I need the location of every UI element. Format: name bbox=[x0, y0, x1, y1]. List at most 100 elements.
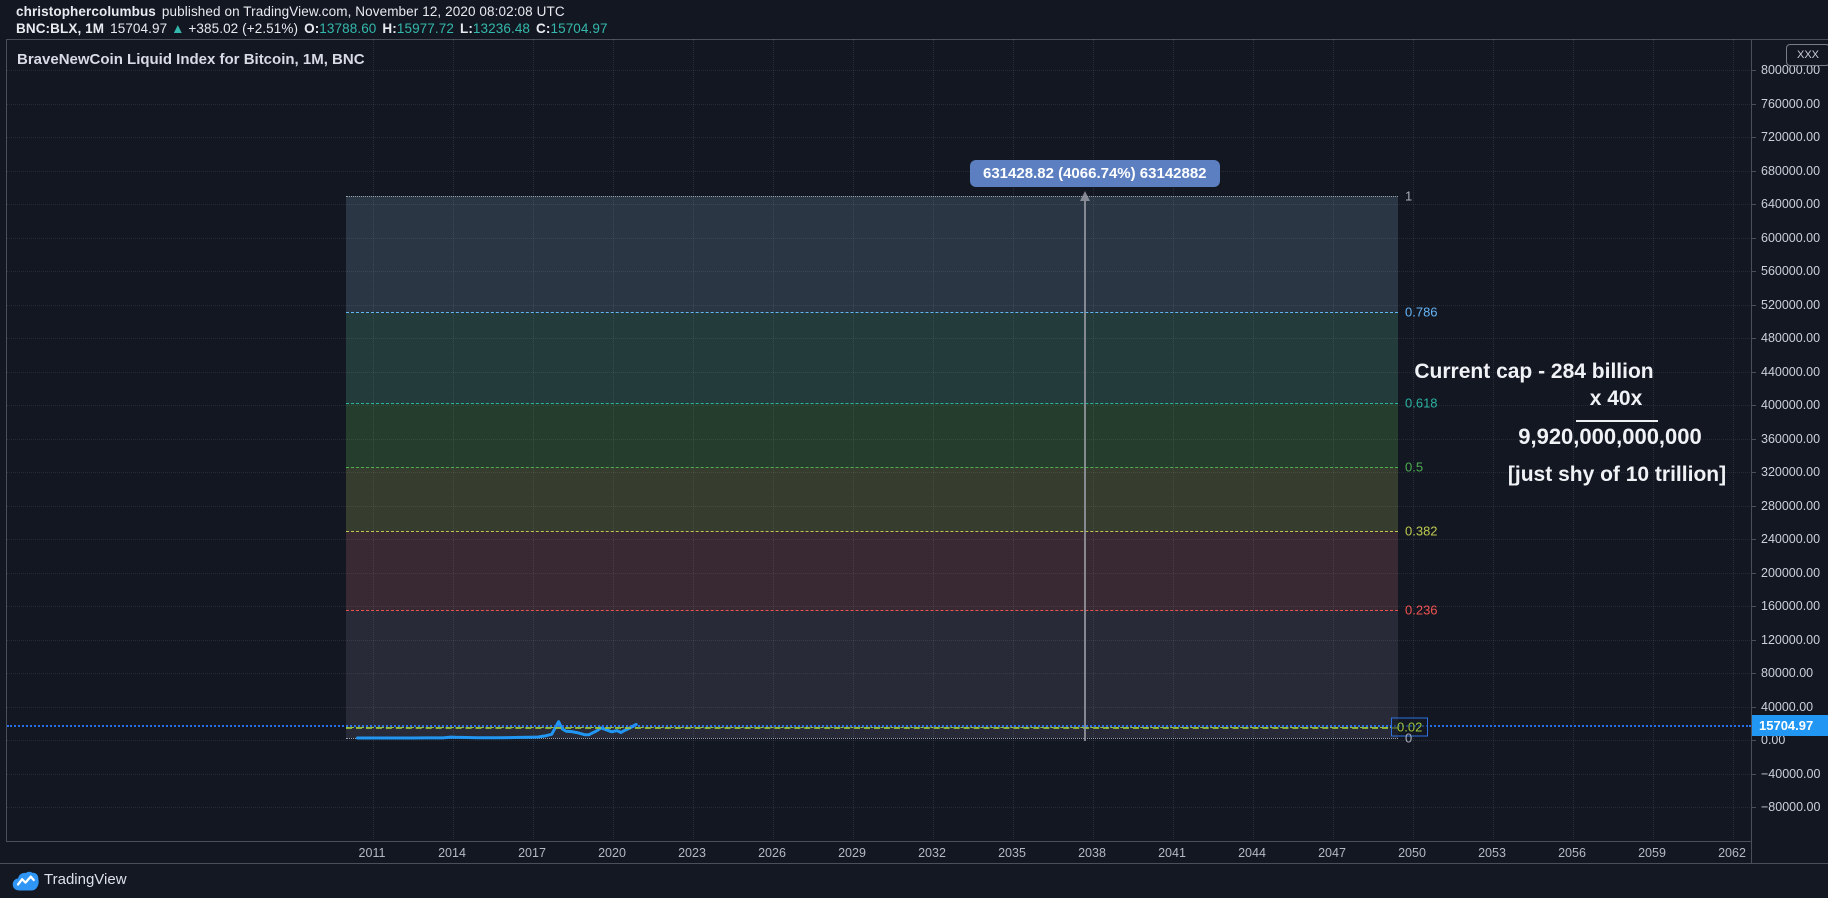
fib-level-label: 0.786 bbox=[1405, 304, 1438, 320]
price-tick-label: 160000.00 bbox=[1761, 599, 1821, 613]
price-line-series bbox=[356, 720, 638, 740]
publish-text: published on TradingView.com, November 1… bbox=[161, 4, 565, 19]
footer-bar: TradingView bbox=[0, 863, 1828, 898]
chart-title: BraveNewCoin Liquid Index for Bitcoin, 1… bbox=[17, 51, 365, 68]
fib-level-label: 1 bbox=[1405, 188, 1413, 204]
price-tick-mark bbox=[1752, 137, 1756, 138]
low-value: 13236.48 bbox=[472, 21, 531, 36]
price-axis[interactable]: 800000.00 760000.00 720000.00 680000.00 6400… bbox=[1751, 39, 1828, 863]
last-price-value: 15704.97 bbox=[110, 21, 168, 36]
price-tick-label: 120000.00 bbox=[1761, 632, 1821, 647]
high-value: 15977.72 bbox=[396, 21, 454, 36]
price-tick-mark bbox=[1752, 70, 1756, 71]
close-value: 15704.97 bbox=[550, 21, 608, 36]
fib-level-label: 0.382 bbox=[1405, 523, 1438, 539]
up-arrow-icon: ▲ bbox=[171, 21, 185, 36]
symbol-info-bar: BNC:BLX, 1M 15704.97 ▲ +385.02 (+2.51%) O:… bbox=[16, 21, 608, 36]
year-tick-label: 2011 bbox=[358, 846, 386, 860]
price-tick-label: 600000.00 bbox=[1761, 230, 1821, 245]
year-tick-label: 2035 bbox=[998, 846, 1026, 860]
price-tick-label: 200000.00 bbox=[1761, 565, 1821, 580]
fib-level-label: 0.5 bbox=[1405, 459, 1424, 475]
price-tick-mark bbox=[1752, 807, 1756, 808]
price-tick-mark bbox=[1752, 639, 1756, 641]
year-tick-label: 2050 bbox=[1398, 846, 1426, 860]
price-tick-label: 520000.00 bbox=[1761, 297, 1821, 312]
price-tick-label: 240000.00 bbox=[1761, 532, 1821, 546]
price-tick-mark bbox=[1752, 170, 1756, 172]
price-tick-mark bbox=[1752, 505, 1756, 507]
price-tick-label: −80000.00 bbox=[1761, 800, 1821, 814]
year-tick-label: 2059 bbox=[1638, 846, 1666, 860]
price-tick-mark bbox=[1752, 204, 1756, 205]
publish-info-bar: christophercolumbus published on TradingV… bbox=[16, 4, 565, 19]
fib-level-label: 0.236 bbox=[1405, 602, 1438, 618]
price-tick-mark bbox=[1752, 405, 1756, 406]
price-tick-label: 40000.00 bbox=[1761, 699, 1814, 714]
price-tick-label: 680000.00 bbox=[1761, 163, 1821, 178]
price-tick-mark bbox=[1752, 472, 1756, 473]
year-tick-label: 2041 bbox=[1158, 846, 1186, 860]
fib-target-badge[interactable]: 631428.82 (4066.74%) 63142882 bbox=[970, 160, 1220, 187]
tradingview-logo-icon[interactable] bbox=[12, 871, 39, 892]
year-tick-label: 2053 bbox=[1478, 846, 1506, 860]
open-value: 13788.60 bbox=[319, 21, 377, 36]
annotation-sum-line bbox=[1576, 420, 1658, 422]
fib-level-label: 0.618 bbox=[1405, 395, 1438, 411]
price-tick-mark bbox=[1752, 338, 1756, 339]
author-link[interactable]: christophercolumbus bbox=[16, 4, 156, 19]
year-tick-label: 2020 bbox=[598, 846, 626, 860]
price-tick-mark bbox=[1752, 304, 1756, 306]
time-axis[interactable]: 2011 2014 2017 2020 2023 2026 2029 2032 2035 2038… bbox=[6, 841, 1751, 863]
year-tick-label: 2023 bbox=[678, 846, 706, 860]
masked-account-badge: XXX bbox=[1786, 44, 1828, 66]
annotation-current-cap: Current cap - 284 billion bbox=[1414, 360, 1654, 383]
year-tick-label: 2029 bbox=[838, 846, 866, 860]
year-tick-label: 2026 bbox=[758, 846, 786, 860]
last-price-tag: 15704.97 bbox=[1752, 715, 1828, 736]
year-tick-label: 2017 bbox=[518, 846, 546, 860]
year-tick-label: 2014 bbox=[438, 846, 466, 860]
price-tick-label: 80000.00 bbox=[1761, 666, 1814, 680]
price-tick-mark bbox=[1752, 539, 1756, 540]
price-tick-mark bbox=[1752, 371, 1756, 373]
price-tick-mark bbox=[1752, 271, 1756, 272]
price-tick-label: 440000.00 bbox=[1761, 364, 1821, 379]
price-tick-label: 280000.00 bbox=[1761, 498, 1821, 513]
price-tick-mark bbox=[1752, 606, 1756, 607]
symbol-label[interactable]: BNC:BLX, 1M bbox=[16, 21, 104, 36]
current-price-dotted-line bbox=[7, 725, 1751, 727]
price-tick-label: 640000.00 bbox=[1761, 197, 1821, 211]
open-label: O: bbox=[304, 21, 320, 36]
year-tick-label: 2047 bbox=[1318, 846, 1346, 860]
low-label: L: bbox=[459, 21, 473, 36]
annotation-multiplier: x 40x bbox=[1589, 387, 1643, 410]
year-tick-label: 2044 bbox=[1238, 846, 1266, 860]
price-tick-mark bbox=[1752, 673, 1756, 674]
year-tick-label: 2056 bbox=[1558, 846, 1586, 860]
price-tick-mark bbox=[1752, 237, 1756, 239]
price-tick-label: 560000.00 bbox=[1761, 264, 1821, 278]
price-tick-mark bbox=[1752, 572, 1756, 574]
year-tick-label: 2038 bbox=[1078, 846, 1106, 860]
price-tick-mark bbox=[1752, 740, 1756, 741]
change-value: +385.02 (+2.51%) bbox=[188, 21, 299, 36]
fib-level-label: 0 bbox=[1405, 730, 1413, 746]
annotation-note: [just shy of 10 trillion] bbox=[1507, 463, 1727, 486]
price-tick-label: 720000.00 bbox=[1761, 130, 1821, 144]
fib-anchor-arrow-icon bbox=[1080, 191, 1090, 201]
close-label: C: bbox=[536, 21, 551, 36]
footer-brand-text[interactable]: TradingView bbox=[44, 871, 127, 888]
price-tick-label: 360000.00 bbox=[1761, 431, 1821, 446]
tradingview-published-chart: { "header": { "author": "christophercolu… bbox=[0, 0, 1828, 898]
price-tick-mark bbox=[1752, 438, 1756, 440]
price-tick-label: 760000.00 bbox=[1761, 96, 1821, 111]
fib-level-002-line bbox=[346, 727, 1398, 729]
high-label: H: bbox=[382, 21, 397, 36]
price-tick-label: 400000.00 bbox=[1761, 398, 1821, 412]
price-tick-label: 320000.00 bbox=[1761, 465, 1821, 479]
price-tick-mark bbox=[1752, 103, 1756, 105]
annotation-result: 9,920,000,000,000 bbox=[1518, 424, 1702, 449]
price-tick-label: −40000.00 bbox=[1761, 766, 1821, 781]
price-tick-label: 480000.00 bbox=[1761, 331, 1821, 345]
